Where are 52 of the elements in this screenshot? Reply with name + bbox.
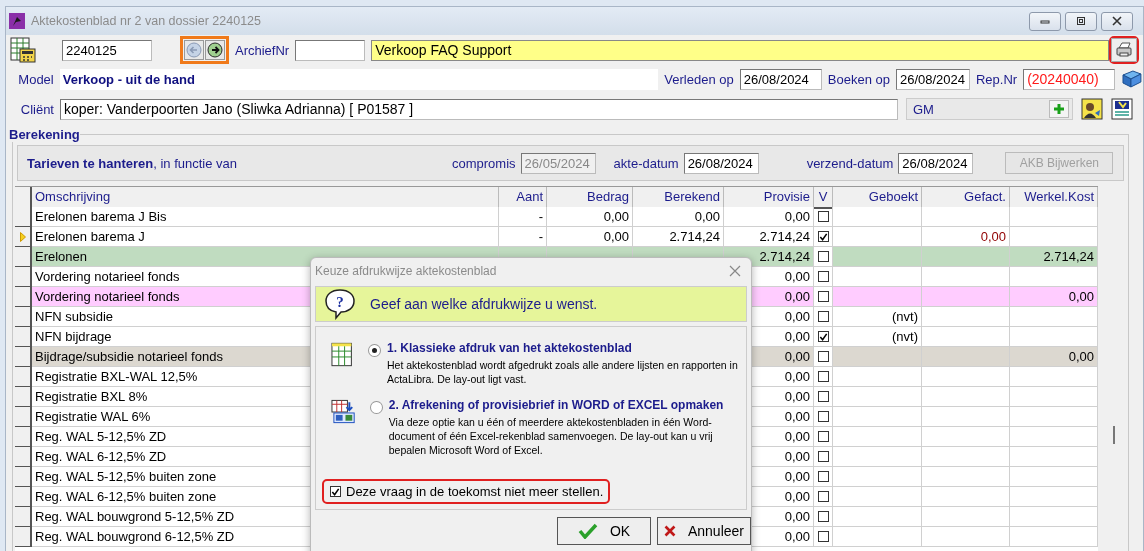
- rates-intro: Tarieven te hanteren, in functie van: [27, 155, 239, 171]
- question-bubble-icon: ?: [324, 288, 356, 320]
- rep-number-field[interactable]: (20240040): [1023, 68, 1116, 90]
- verleden-label: Verleden op: [664, 71, 734, 87]
- date-label: akte-datum: [613, 155, 679, 171]
- table-cell: 0,00: [1010, 347, 1098, 367]
- column-header[interactable]: Berekend: [633, 187, 724, 209]
- column-header[interactable]: V: [814, 187, 833, 209]
- table-cell: 2.714,24: [633, 227, 724, 247]
- table-cell: -: [499, 207, 547, 227]
- date-field[interactable]: 26/08/2024: [895, 68, 970, 90]
- table-cell: (nvt): [833, 307, 922, 327]
- date-field[interactable]: 26/08/2024: [683, 152, 759, 174]
- table-cell: 0,00: [922, 227, 1010, 247]
- window-title: Aktekostenblad nr 2 van dossier 2240125: [31, 14, 263, 28]
- model-label: Model: [17, 71, 54, 87]
- dossier-field[interactable]: 2240125: [62, 39, 152, 61]
- date-label: compromis: [452, 155, 516, 171]
- column-header[interactable]: Werkel.Kost: [1010, 187, 1098, 209]
- client-label: Cliënt: [19, 101, 54, 117]
- table-cell: (nvt): [833, 327, 922, 347]
- column-header[interactable]: Omschrijving: [32, 187, 499, 209]
- rep-number-label: Rep.Nr: [975, 71, 1018, 87]
- archive-label: ArchiefNr: [235, 42, 290, 58]
- table-cell: 2.714,24: [1010, 247, 1098, 267]
- date-field[interactable]: 26/08/2024: [898, 152, 974, 174]
- group-title: Berekening: [9, 127, 80, 142]
- table-cell: 0,00: [1010, 287, 1098, 307]
- table-cell: 0,00: [547, 207, 633, 227]
- boeken-label: Boeken op: [827, 71, 890, 87]
- dialog-title: Keuze afdrukwijze aktekostenblad: [315, 264, 497, 278]
- table-cell: 2.714,24: [724, 227, 814, 247]
- table-cell: Erelonen barema J Bis: [32, 207, 499, 227]
- column-header[interactable]: Aant: [499, 187, 547, 209]
- agent-field[interactable]: GM: [906, 98, 1073, 120]
- subject-field[interactable]: Verkoop FAQ Support: [371, 39, 1110, 61]
- client-field[interactable]: koper: Vanderpoorten Jano (Sliwka Adrianna) [ P01587 ]: [60, 98, 898, 120]
- table-cell: Erelonen barema J: [32, 227, 499, 247]
- table-cell: 0,00: [724, 207, 814, 227]
- cancel-button[interactable]: Annuleer: [657, 517, 751, 545]
- date-label: verzend-datum: [806, 155, 894, 171]
- table-cell: -: [499, 227, 547, 247]
- column-header[interactable]: Gefact.: [922, 187, 1010, 209]
- column-header[interactable]: Geboekt: [833, 187, 922, 209]
- column-header[interactable]: Provisie: [724, 187, 814, 209]
- table-cell: 0,00: [633, 207, 724, 227]
- column-header[interactable]: Bedrag: [547, 187, 633, 209]
- ok-button[interactable]: OK: [557, 517, 651, 545]
- date-field[interactable]: 26/08/2024: [739, 68, 822, 90]
- table-cell: 0,00: [547, 227, 633, 247]
- model-field[interactable]: Verkoop - uit de hand: [59, 68, 659, 90]
- agent-code: GM: [913, 101, 934, 117]
